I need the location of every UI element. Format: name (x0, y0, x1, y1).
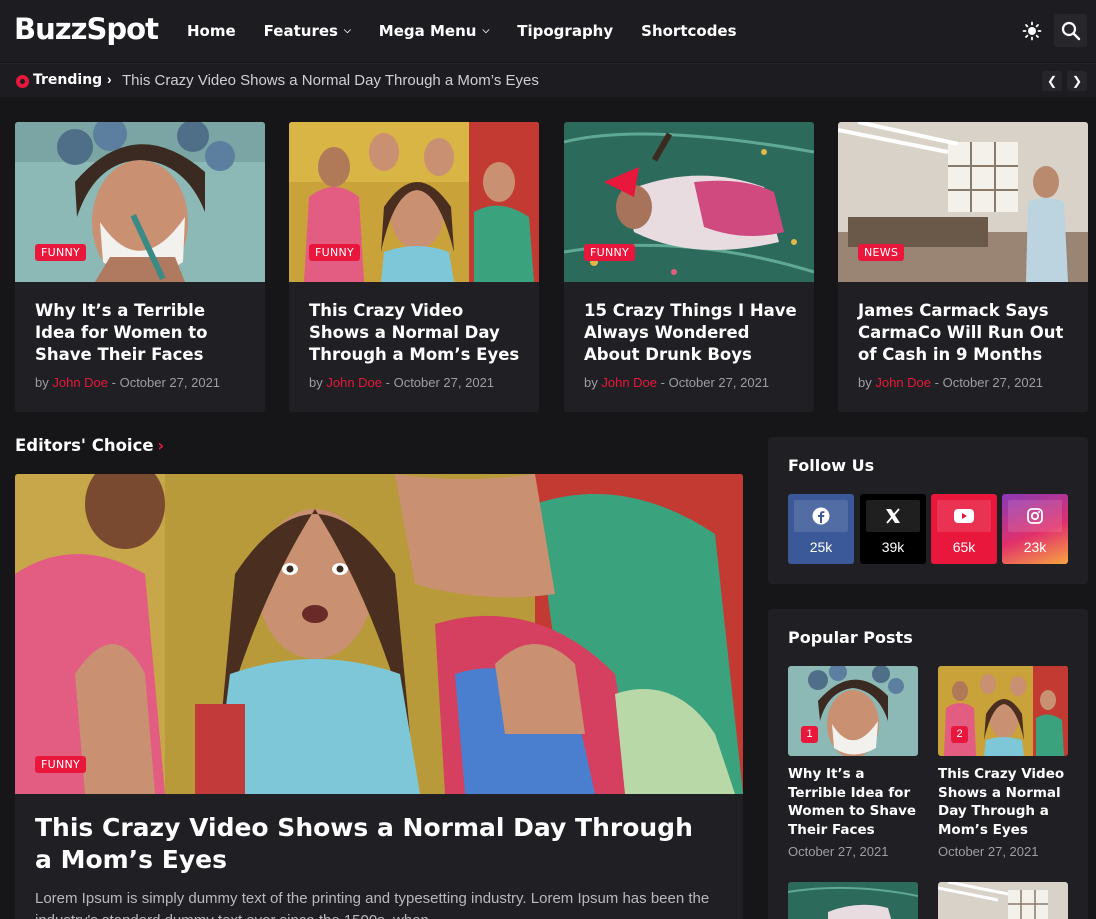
popular-post[interactable] (938, 882, 1068, 919)
featured-excerpt: Lorem Ipsum is simply dummy text of the … (35, 890, 710, 919)
post-thumbnail[interactable]: FUNNY (15, 122, 265, 282)
trending-prev-button[interactable]: ❮ (1042, 71, 1062, 91)
featured-thumbnail[interactable]: FUNNY (15, 474, 743, 794)
trending-next-button[interactable]: ❯ (1067, 71, 1087, 91)
editors-choice-heading[interactable]: Editors' Choice › (15, 436, 164, 455)
category-badge[interactable]: FUNNY (35, 756, 87, 773)
post-card[interactable]: NEWS James Carmack Says CarmaCo Will Run… (838, 122, 1088, 412)
chevron-left-icon: ❮ (1046, 74, 1058, 88)
popular-thumbnail[interactable] (938, 882, 1068, 919)
post-meta: by John Doe - October 27, 2021 (309, 375, 495, 390)
chevron-right-icon: › (157, 436, 165, 455)
site-logo[interactable]: BuzzSpot (14, 12, 159, 46)
author-link[interactable]: John Doe (601, 375, 657, 390)
popular-post[interactable] (788, 882, 918, 919)
popular-date: October 27, 2021 (788, 844, 889, 859)
post-card[interactable]: FUNNY 15 Crazy Things I Have Always Wond… (564, 122, 814, 412)
nav-home-label: Home (187, 22, 236, 40)
meta-by: by (309, 375, 323, 390)
popular-posts-heading: Popular Posts (788, 628, 913, 647)
youtube-button[interactable]: 65k (931, 494, 997, 564)
chevron-down-icon: ⌵ (482, 26, 490, 36)
post-date: October 27, 2021 (668, 375, 770, 390)
post-title[interactable]: 15 Crazy Things I Have Always Wondered A… (584, 300, 799, 366)
author-link[interactable]: John Doe (875, 375, 931, 390)
search-icon (1061, 21, 1080, 40)
instagram-icon (1008, 500, 1062, 532)
chevron-right-icon: ❯ (1071, 74, 1083, 88)
chevron-right-icon: › (107, 71, 112, 87)
author-link[interactable]: John Doe (326, 375, 382, 390)
nav-tipography[interactable]: Tipography (517, 22, 613, 40)
trending-bar: Trending › This Crazy Video Shows a Norm… (0, 63, 1096, 97)
post-date: October 27, 2021 (119, 375, 221, 390)
popular-title[interactable]: This Crazy Video Shows a Normal Day Thro… (938, 765, 1068, 839)
search-button[interactable] (1054, 14, 1087, 47)
category-badge[interactable]: FUNNY (35, 244, 87, 261)
rank-badge: 2 (951, 726, 968, 743)
trending-dot-icon (16, 75, 29, 88)
trending-headline[interactable]: This Crazy Video Shows a Normal Day Thro… (122, 72, 539, 89)
youtube-icon (937, 500, 991, 532)
post-title[interactable]: Why It’s a Terrible Idea for Women to Sh… (35, 300, 250, 366)
popular-title[interactable]: Why It’s a Terrible Idea for Women to Sh… (788, 765, 918, 839)
facebook-button[interactable]: 25k (788, 494, 854, 564)
nav-home[interactable]: Home (187, 22, 236, 40)
youtube-count: 65k (952, 539, 976, 555)
nav-shortcodes-label: Shortcodes (641, 22, 737, 40)
post-thumbnail[interactable]: FUNNY (564, 122, 814, 282)
meta-by: by (35, 375, 49, 390)
instagram-button[interactable]: 23k (1002, 494, 1068, 564)
trending-label: Trending (33, 72, 103, 88)
x-count: 39k (881, 539, 905, 555)
popular-posts-widget: Popular Posts 1 Why It’s a Terrible Idea… (768, 609, 1088, 919)
meta-by: by (584, 375, 598, 390)
post-thumbnail[interactable]: NEWS (838, 122, 1088, 282)
nav-mega-menu-label: Mega Menu (378, 22, 477, 40)
nav-mega-menu[interactable]: Mega Menu ⌵ (379, 22, 489, 40)
editors-choice-label: Editors' Choice (15, 436, 154, 455)
sun-icon[interactable] (1021, 20, 1043, 42)
facebook-count: 25k (809, 539, 833, 555)
featured-post[interactable]: FUNNY This Crazy Video Shows a Normal Da… (15, 474, 743, 919)
post-card[interactable]: FUNNY This Crazy Video Shows a Normal Da… (289, 122, 539, 412)
follow-us-widget: Follow Us 25k 39k 65k 23k (768, 437, 1088, 584)
nav-tipography-label: Tipography (517, 22, 614, 40)
post-meta: by John Doe - October 27, 2021 (858, 375, 1044, 390)
main-nav: Home Features ⌵ Mega Menu ⌵ Tipography Sho… (187, 0, 765, 62)
post-thumbnail[interactable]: FUNNY (289, 122, 539, 282)
chevron-down-icon: ⌵ (343, 26, 351, 36)
x-icon (866, 500, 920, 532)
post-date: October 27, 2021 (393, 375, 495, 390)
site-header: BuzzSpot Home Features ⌵ Mega Menu ⌵ Tipog… (0, 0, 1096, 62)
post-meta: by John Doe - October 27, 2021 (584, 375, 770, 390)
popular-thumbnail[interactable] (788, 882, 918, 919)
post-title[interactable]: James Carmack Says CarmaCo Will Run Out … (858, 300, 1073, 366)
nav-features-label: Features (263, 22, 338, 40)
rank-badge: 1 (801, 726, 818, 743)
post-date: October 27, 2021 (942, 375, 1044, 390)
category-badge[interactable]: FUNNY (584, 244, 636, 261)
nav-shortcodes[interactable]: Shortcodes (641, 22, 736, 40)
follow-us-heading: Follow Us (788, 456, 875, 475)
post-meta: by John Doe - October 27, 2021 (35, 375, 221, 390)
category-badge[interactable]: NEWS (858, 244, 905, 261)
author-link[interactable]: John Doe (52, 375, 108, 390)
nav-features[interactable]: Features ⌵ (264, 22, 351, 40)
post-card[interactable]: FUNNY Why It’s a Terrible Idea for Women… (15, 122, 265, 412)
post-title[interactable]: This Crazy Video Shows a Normal Day Thro… (309, 300, 524, 366)
instagram-count: 23k (1023, 539, 1047, 555)
x-button[interactable]: 39k (860, 494, 926, 564)
meta-by: by (858, 375, 872, 390)
facebook-icon (794, 500, 848, 532)
popular-date: October 27, 2021 (938, 844, 1039, 859)
featured-title[interactable]: This Crazy Video Shows a Normal Day Thro… (35, 812, 715, 876)
category-badge[interactable]: FUNNY (309, 244, 361, 261)
